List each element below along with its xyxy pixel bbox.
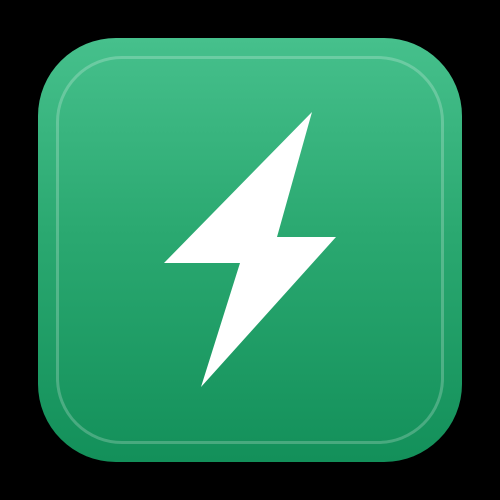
lightning-bolt-shape <box>164 112 336 387</box>
lightning-bolt-icon <box>164 112 336 387</box>
icon-canvas <box>0 0 500 500</box>
